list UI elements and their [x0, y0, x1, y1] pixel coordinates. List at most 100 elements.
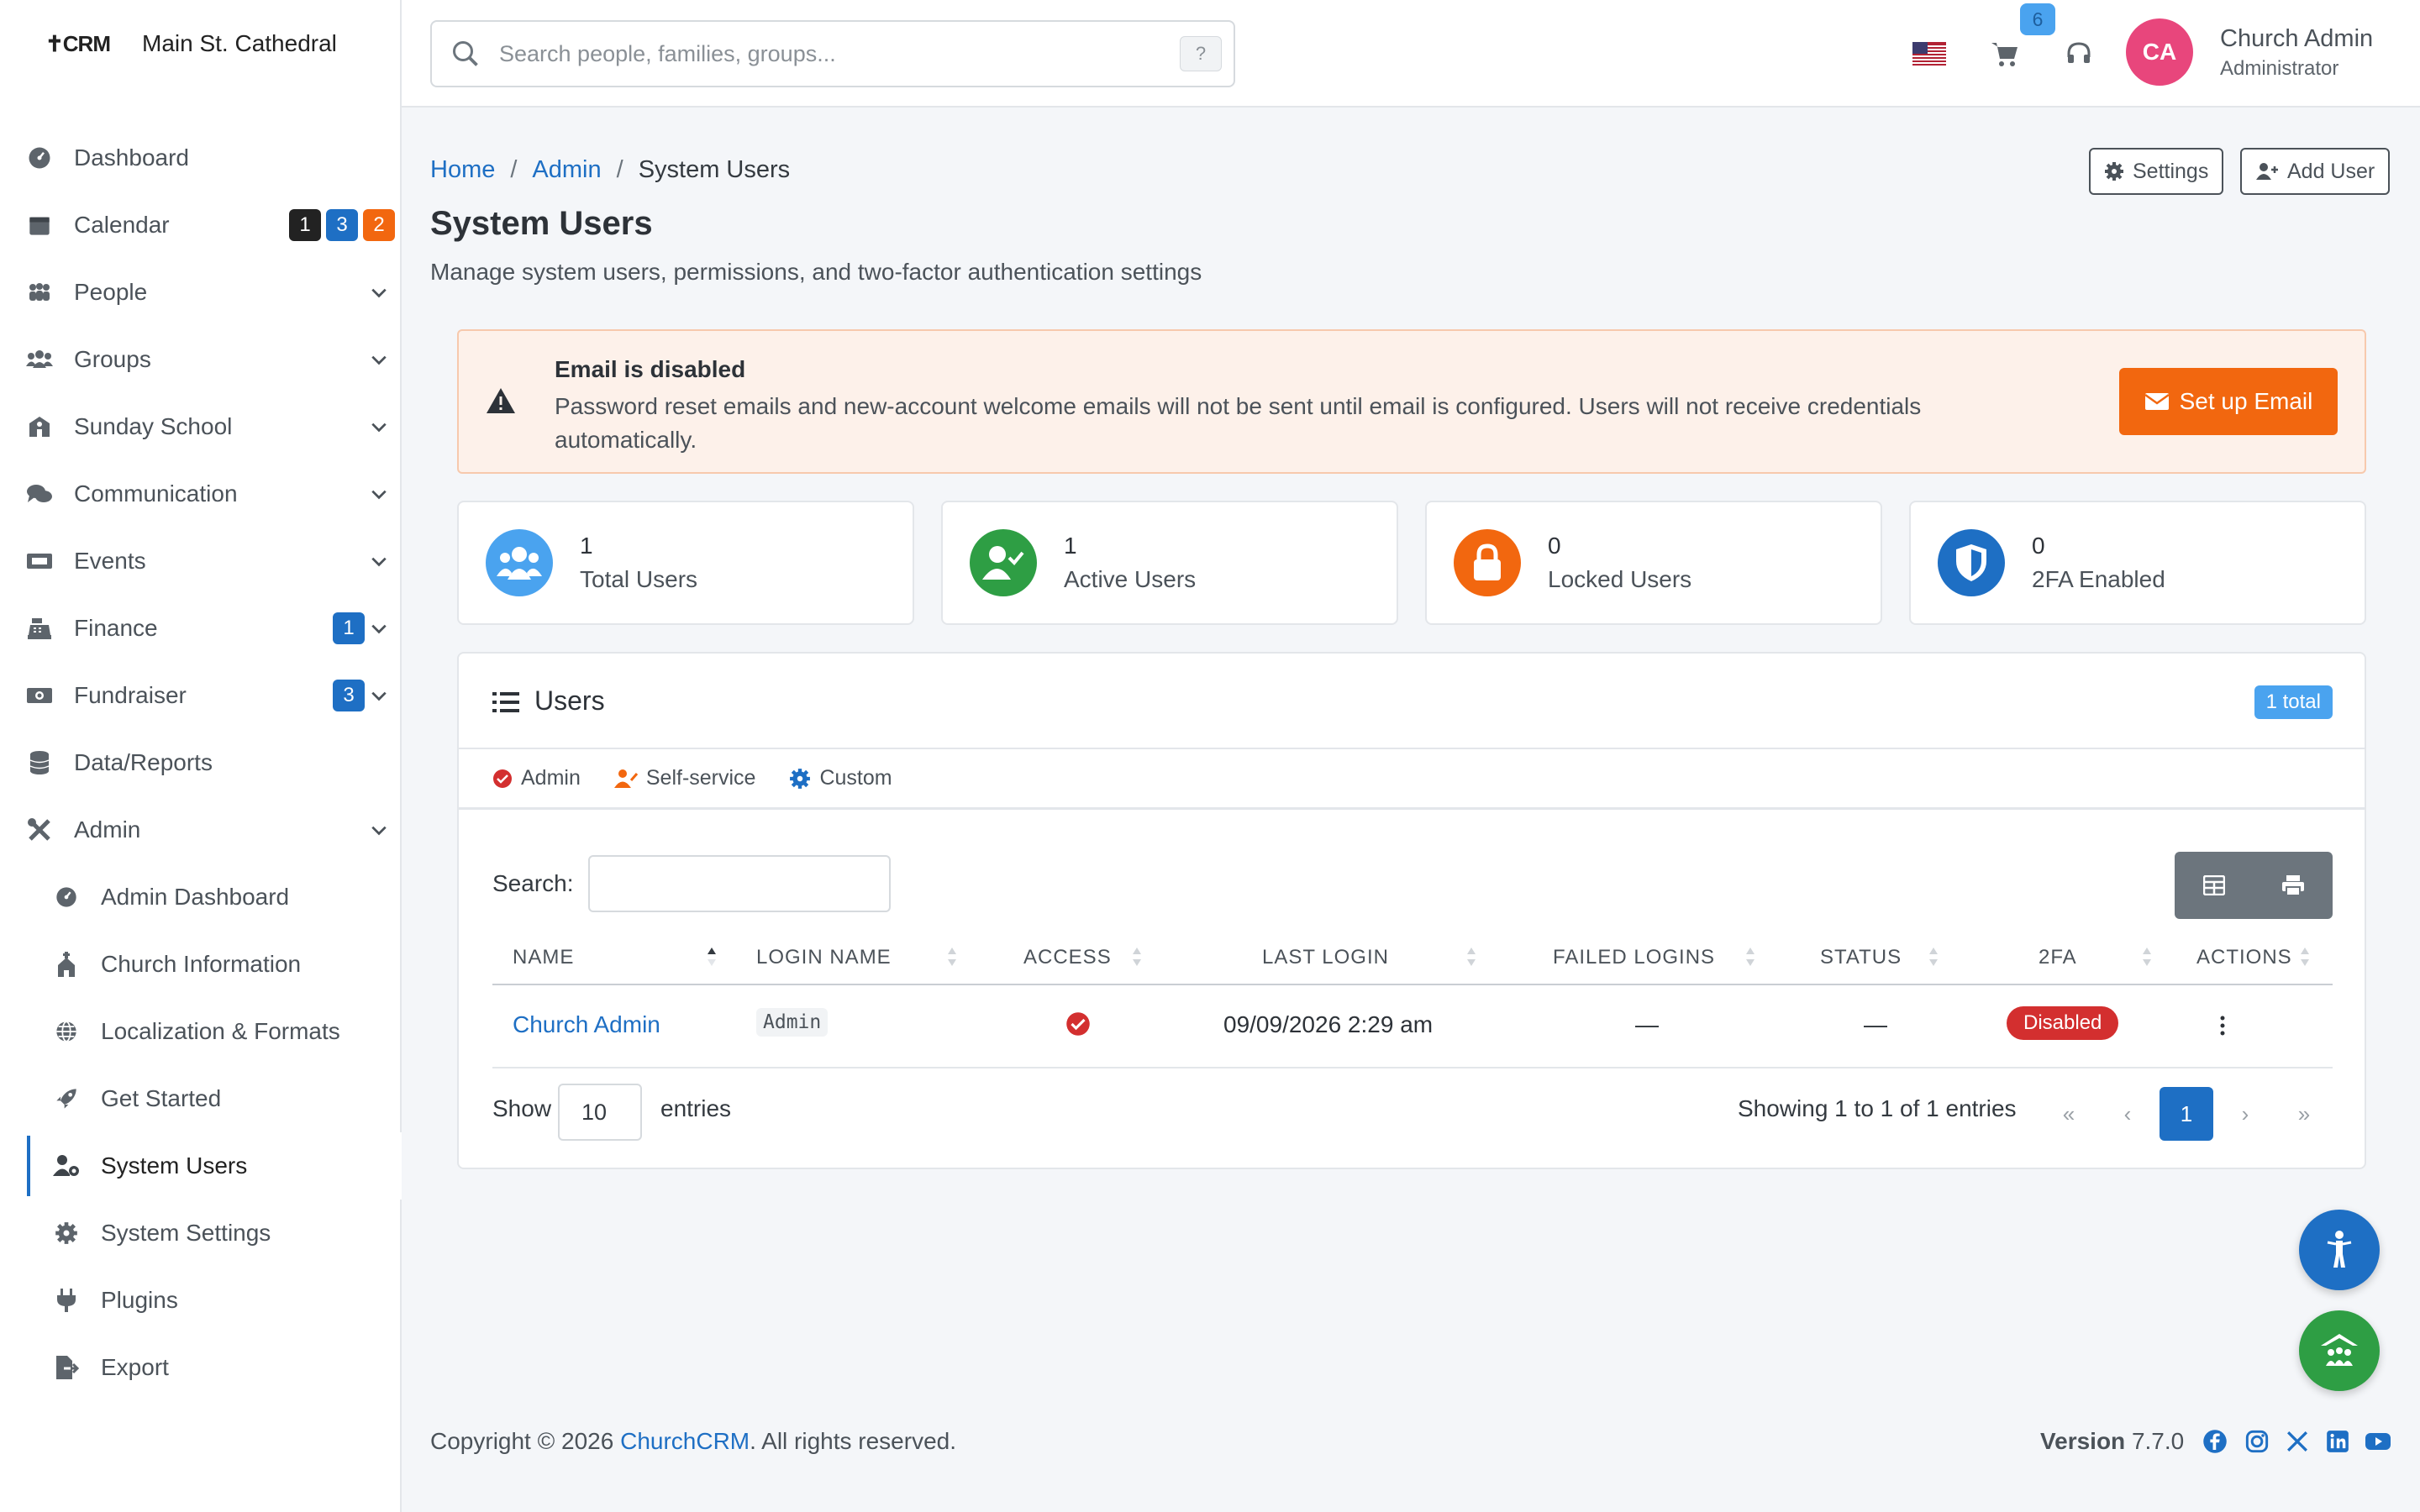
col-header-failed-logins[interactable]: FAILED LOGINS — [1553, 946, 1715, 969]
money-bill-icon — [25, 681, 54, 710]
more-actions-icon[interactable] — [2210, 1013, 2235, 1038]
add-user-button-label: Add User — [2287, 159, 2375, 183]
school-icon — [25, 412, 54, 441]
print-button[interactable] — [2254, 852, 2333, 919]
breadcrumb-admin[interactable]: Admin — [532, 156, 601, 184]
col-header-status[interactable]: STATUS — [1820, 946, 1902, 969]
sidebar-item-system-settings[interactable]: System Settings — [0, 1200, 402, 1267]
col-header-2fa[interactable]: 2FA — [2039, 946, 2077, 969]
first-page-button[interactable]: « — [2042, 1087, 2096, 1141]
sidebar-item-fundraiser[interactable]: Fundraiser 3 — [0, 662, 402, 729]
alert-title: Email is disabled — [555, 356, 746, 382]
table-row-divider — [492, 1067, 2333, 1068]
table-search-input[interactable] — [588, 855, 891, 912]
2fa-status-badge: Disabled — [2007, 1006, 2119, 1040]
count-badge: 1 — [333, 612, 365, 644]
sidebar-item-label: Admin Dashboard — [101, 884, 290, 910]
setup-email-button[interactable]: Set up Email — [2119, 368, 2338, 435]
alert-text: Password reset emails and new-account we… — [555, 393, 1922, 453]
sidebar-item-finance[interactable]: Finance 1 — [0, 595, 402, 662]
col-header-last-login[interactable]: LAST LOGIN — [1262, 946, 1389, 969]
sidebar-item-localization[interactable]: Localization & Formats — [0, 998, 402, 1065]
church-help-button[interactable] — [2299, 1310, 2380, 1391]
sidebar-item-dashboard[interactable]: Dashboard — [0, 124, 402, 192]
sidebar-item-calendar[interactable]: Calendar 1 3 2 — [0, 192, 402, 259]
page-button-1[interactable]: 1 — [2160, 1087, 2213, 1141]
people-icon — [25, 278, 54, 307]
col-header-name[interactable]: NAME — [513, 946, 574, 969]
sidebar-item-groups[interactable]: Groups — [0, 326, 402, 393]
sidebar-item-people[interactable]: People — [0, 259, 402, 326]
login-name: Admin — [756, 1008, 829, 1037]
breadcrumb-separator: / — [616, 156, 623, 183]
cash-register-icon — [25, 614, 54, 643]
page-length-select[interactable]: 10 — [558, 1084, 642, 1141]
sidebar-item-church-information[interactable]: Church Information — [0, 931, 402, 998]
page-subtitle: Manage system users, permissions, and tw… — [430, 259, 1202, 285]
sidebar-item-sunday-school[interactable]: Sunday School — [0, 393, 402, 460]
sidebar-item-events[interactable]: Events — [0, 528, 402, 595]
access-legend: Admin Self-service Custom — [459, 749, 2365, 810]
col-header-actions[interactable]: ACTIONS — [2196, 946, 2292, 969]
previous-page-button[interactable]: ‹ — [2101, 1087, 2154, 1141]
youtube-icon[interactable] — [2365, 1428, 2391, 1455]
settings-button[interactable]: Settings — [2089, 148, 2224, 195]
last-page-button[interactable]: » — [2277, 1087, 2331, 1141]
sidebar-item-admin-dashboard[interactable]: Admin Dashboard — [0, 864, 402, 931]
plug-icon — [52, 1286, 81, 1315]
us-flag-icon[interactable] — [1912, 37, 1946, 71]
stat-value: 1 — [580, 533, 593, 559]
sidebar-item-system-users[interactable]: System Users — [0, 1132, 402, 1200]
accessibility-button[interactable] — [2299, 1210, 2380, 1290]
chevron-down-icon — [371, 691, 387, 701]
linkedin-icon[interactable] — [2324, 1428, 2351, 1455]
shield-icon — [1938, 529, 2005, 596]
file-export-icon — [52, 1353, 81, 1382]
legend-label: Self-service — [645, 766, 756, 790]
last-login: 09/09/2026 2:29 am — [1223, 1011, 1434, 1037]
breadcrumb-home[interactable]: Home — [430, 156, 495, 184]
sidebar-item-plugins[interactable]: Plugins — [0, 1267, 402, 1334]
sidebar-item-label: System Settings — [101, 1220, 271, 1246]
sidebar-item-get-started[interactable]: Get Started — [0, 1065, 402, 1132]
setup-email-label: Set up Email — [2179, 388, 2313, 414]
user-check-icon — [970, 529, 1037, 596]
sidebar-item-label: Get Started — [101, 1085, 222, 1111]
col-header-access[interactable]: ACCESS — [1023, 946, 1112, 969]
next-page-button[interactable]: › — [2218, 1087, 2272, 1141]
export-excel-button[interactable] — [2175, 852, 2254, 919]
calendar-icon — [25, 211, 54, 239]
sidebar-item-label: Events — [74, 548, 146, 574]
facebook-icon[interactable] — [2202, 1428, 2228, 1455]
version-info: Version 7.7.0 — [2040, 1428, 2184, 1455]
avatar[interactable]: CA — [2126, 18, 2193, 86]
globe-icon — [52, 1017, 81, 1046]
instagram-icon[interactable] — [2244, 1428, 2270, 1455]
tools-icon — [25, 816, 54, 844]
col-header-login[interactable]: LOGIN NAME — [756, 946, 892, 969]
sort-icon — [2301, 948, 2309, 966]
x-twitter-icon[interactable] — [2284, 1428, 2311, 1455]
gauge-icon — [52, 883, 81, 911]
churchcrm-link[interactable]: ChurchCRM — [620, 1428, 750, 1454]
gear-icon — [2105, 162, 2123, 181]
user-name[interactable]: Church Admin — [2220, 25, 2373, 53]
cart-icon[interactable] — [1988, 37, 2022, 71]
users-card: Users 1 total Admin Self-service Custom … — [457, 652, 2366, 1169]
global-search-input[interactable]: Search people, families, groups... ? — [430, 20, 1235, 87]
church-icon — [52, 950, 81, 979]
sidebar-item-admin[interactable]: Admin — [0, 796, 402, 864]
sidebar-item-data-reports[interactable]: Data/Reports — [0, 729, 402, 796]
search-shortcut-hint: ? — [1180, 36, 1222, 71]
headset-icon[interactable] — [2062, 37, 2096, 71]
sidebar-item-export[interactable]: Export — [0, 1334, 402, 1401]
count-badge: 3 — [333, 680, 365, 711]
sort-icon — [1929, 948, 1938, 966]
sidebar-item-communication[interactable]: Communication — [0, 460, 402, 528]
add-user-button[interactable]: Add User — [2240, 148, 2391, 195]
user-name-link[interactable]: Church Admin — [513, 1011, 660, 1038]
user-role: Administrator — [2220, 57, 2339, 80]
brand[interactable]: ✝CRM Main St. Cathedral — [45, 30, 337, 57]
users-icon — [486, 529, 553, 596]
chevron-down-icon — [371, 826, 387, 836]
